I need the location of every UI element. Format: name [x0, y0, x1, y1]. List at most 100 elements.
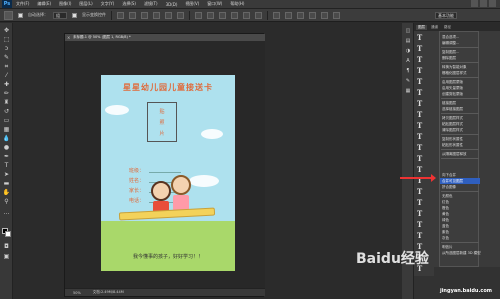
menu-item[interactable]: 清除图层样式	[440, 127, 480, 133]
text-layer-icon[interactable]: T	[417, 209, 429, 218]
dodge-tool-icon[interactable]: ●	[2, 144, 11, 152]
align-left-icon[interactable]	[153, 11, 160, 19]
eraser-tool-icon[interactable]: ▭	[2, 117, 11, 125]
close-icon[interactable]	[489, 0, 496, 7]
lasso-tool-icon[interactable]: ↄ	[2, 45, 11, 53]
properties-icon[interactable]: ▤	[404, 37, 412, 45]
menu-item[interactable]: 灰色	[440, 235, 480, 241]
text-layer-icon[interactable]: T	[417, 44, 429, 53]
move-tool-icon[interactable]: ✥	[2, 27, 11, 35]
canvas[interactable]: 星星幼儿园儿童接送卡 贴 照 片 班级： 姓名： 家长： 电话： 我今懂事的孩子…	[65, 41, 265, 288]
distribute-top-icon[interactable]	[195, 11, 202, 19]
history-icon[interactable]: ◫	[404, 27, 412, 35]
menu-filter[interactable]: 滤镜(T)	[140, 1, 162, 7]
move-tool-icon[interactable]	[4, 10, 13, 20]
blur-tool-icon[interactable]: 💧	[2, 135, 11, 143]
text-layer-icon[interactable]: T	[417, 154, 429, 163]
3d-roll-icon[interactable]	[297, 11, 304, 19]
brush-presets-icon[interactable]: ✎	[404, 77, 412, 85]
auto-select-dropdown[interactable]: 组	[53, 11, 67, 19]
type-tool-icon[interactable]: T	[2, 162, 11, 170]
document-tab[interactable]: × 未标题-1 @ 50% (图层 1, RGB/8) *	[65, 34, 265, 41]
distribute-left-icon[interactable]	[231, 11, 238, 19]
hand-tool-icon[interactable]: ✋	[2, 189, 11, 197]
align-center-icon[interactable]	[165, 11, 172, 19]
more-tools-icon[interactable]: …	[2, 209, 11, 217]
screen-mode-icon[interactable]: ▣	[2, 253, 11, 261]
healing-brush-tool-icon[interactable]: ✚	[2, 81, 11, 89]
text-layer-icon[interactable]: T	[417, 99, 429, 108]
zoom-level[interactable]: 50%	[73, 291, 81, 295]
menu-item[interactable]: 选择链接图层	[440, 106, 480, 112]
pen-tool-icon[interactable]: ✒	[2, 153, 11, 161]
distribute-middle-icon[interactable]	[207, 11, 214, 19]
text-layer-icon[interactable]: T	[417, 198, 429, 207]
marquee-tool-icon[interactable]: ⬚	[2, 36, 11, 44]
menu-layer[interactable]: 图层(L)	[75, 1, 96, 7]
clone-stamp-tool-icon[interactable]: ♜	[2, 99, 11, 107]
maximize-icon[interactable]	[480, 0, 487, 7]
3d-pan-icon[interactable]	[309, 11, 316, 19]
text-layer-icon[interactable]: T	[417, 132, 429, 141]
shape-tool-icon[interactable]: ▬	[2, 180, 11, 188]
crop-tool-icon[interactable]: ⌗	[2, 63, 11, 71]
text-layer-icon[interactable]: T	[417, 187, 429, 196]
tab-layers[interactable]: 图层	[416, 24, 427, 30]
background-color-swatch[interactable]	[5, 231, 11, 237]
tab-paths[interactable]: 路径	[442, 25, 453, 30]
3d-rotate-icon[interactable]	[285, 11, 292, 19]
menu-3d[interactable]: 3D(D)	[162, 2, 182, 7]
distribute-bottom-icon[interactable]	[219, 11, 226, 19]
menu-help[interactable]: 帮助(H)	[226, 1, 248, 7]
zoom-tool-icon[interactable]: ⚲	[2, 198, 11, 206]
3d-mode-icon[interactable]	[273, 11, 280, 19]
text-layer-icon[interactable]: T	[417, 55, 429, 64]
distribute-center-icon[interactable]	[243, 11, 250, 19]
text-layer-icon[interactable]: T	[417, 88, 429, 97]
text-layer-icon[interactable]: T	[417, 33, 429, 42]
swatches-icon[interactable]: ▦	[404, 87, 412, 95]
close-tab-icon[interactable]: ×	[67, 35, 70, 40]
menu-item[interactable]: 栅格化图层样式	[440, 70, 480, 76]
align-middle-icon[interactable]	[129, 11, 136, 19]
menu-item[interactable]: 从所选图层新建 3D 模型	[440, 250, 481, 256]
menu-item[interactable]: 粘贴形状属性	[440, 142, 480, 148]
quick-select-tool-icon[interactable]: ✎	[2, 54, 11, 62]
text-layer-icon[interactable]: T	[417, 165, 429, 174]
align-top-icon[interactable]	[117, 11, 124, 19]
auto-select-checkbox[interactable]	[18, 12, 23, 18]
text-layer-icon[interactable]: T	[417, 121, 429, 130]
history-brush-tool-icon[interactable]: ↺	[2, 108, 11, 116]
distribute-right-icon[interactable]	[255, 11, 262, 19]
menu-image[interactable]: 图像(I)	[55, 1, 75, 7]
menu-item[interactable]: 从隔离图层释放	[440, 151, 480, 157]
menu-item[interactable]: 拼合图像	[440, 184, 480, 190]
align-bottom-icon[interactable]	[141, 11, 148, 19]
gradient-tool-icon[interactable]: ▦	[2, 126, 11, 134]
text-layer-icon[interactable]: T	[417, 143, 429, 152]
paragraph-icon[interactable]: ¶	[404, 67, 412, 75]
menu-item[interactable]: 编辑调整...	[440, 40, 480, 46]
menu-edit[interactable]: 编辑(E)	[33, 1, 55, 7]
menu-item[interactable]: 创建剪贴蒙版	[440, 91, 480, 97]
show-transform-checkbox[interactable]	[72, 12, 77, 18]
workspace-dropdown[interactable]: 基本功能	[435, 11, 457, 19]
text-layer-icon[interactable]: T	[417, 231, 429, 240]
path-select-tool-icon[interactable]: ➤	[2, 171, 11, 179]
text-layer-icon[interactable]: T	[417, 220, 429, 229]
menu-select[interactable]: 选择(S)	[118, 1, 140, 7]
quick-mask-icon[interactable]: ◘	[2, 243, 11, 251]
menu-type[interactable]: 文字(Y)	[97, 1, 119, 7]
3d-scale-icon[interactable]	[333, 11, 340, 19]
adjustments-icon[interactable]: ◑	[404, 47, 412, 55]
menu-file[interactable]: 文件(F)	[12, 1, 33, 7]
brush-tool-icon[interactable]: ✏	[2, 90, 11, 98]
minimize-icon[interactable]	[471, 0, 478, 7]
menu-item[interactable]: 删除图层	[440, 55, 480, 61]
eyedropper-tool-icon[interactable]: ⁄	[2, 72, 11, 80]
character-icon[interactable]: A	[404, 57, 412, 65]
text-layer-icon[interactable]: T	[417, 110, 429, 119]
align-right-icon[interactable]	[177, 11, 184, 19]
text-layer-icon[interactable]: T	[417, 66, 429, 75]
3d-slide-icon[interactable]	[321, 11, 328, 19]
